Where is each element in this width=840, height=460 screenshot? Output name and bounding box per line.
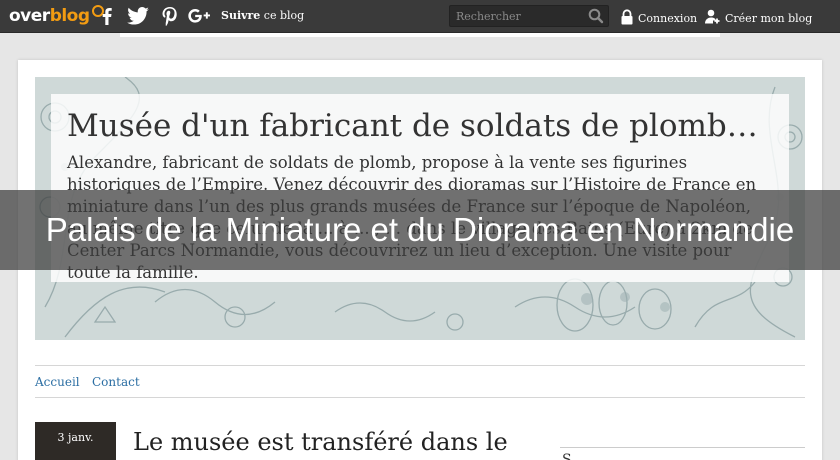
login-label: Connexion xyxy=(638,12,698,25)
menu-item-accueil[interactable]: Accueil xyxy=(35,375,80,389)
login-link[interactable]: Connexion xyxy=(620,9,697,28)
logo-text: overblog xyxy=(9,6,90,26)
facebook-icon[interactable] xyxy=(98,6,116,26)
overblog-logo[interactable]: overblog xyxy=(9,5,104,27)
sidebar-heading: S... xyxy=(562,452,585,460)
create-blog-label: Créer mon blog xyxy=(725,11,813,25)
search-box xyxy=(449,5,609,27)
menu-item-contact[interactable]: Contact xyxy=(92,375,140,389)
blog-title[interactable]: Musée d'un fabricant de soldats de plomb… xyxy=(67,108,777,144)
twitter-icon[interactable] xyxy=(126,6,150,26)
follow-blog-link[interactable]: Suivre ce blog xyxy=(221,9,304,22)
user-add-icon xyxy=(705,9,721,27)
menu-divider-top xyxy=(35,365,805,366)
top-bar: overblog Suivre ce blog Connexion Créer … xyxy=(0,0,840,33)
google-plus-icon[interactable] xyxy=(187,6,211,26)
sidebar-divider xyxy=(560,447,805,448)
pinterest-icon[interactable] xyxy=(160,6,178,26)
lock-icon xyxy=(620,9,634,28)
article-title[interactable]: Le musée est transféré dans le xyxy=(133,428,508,456)
page-strip xyxy=(120,33,720,37)
create-blog-link[interactable]: Créer mon blog xyxy=(705,9,812,27)
search-input[interactable] xyxy=(456,9,584,23)
article-date: 3 janv. xyxy=(57,431,94,444)
search-icon[interactable] xyxy=(587,8,605,24)
menu-divider-bottom xyxy=(35,397,805,398)
article-thumbnail[interactable]: 3 janv. xyxy=(35,422,116,460)
overlay-title: Palais de la Miniature et du Diorama en … xyxy=(45,211,795,248)
